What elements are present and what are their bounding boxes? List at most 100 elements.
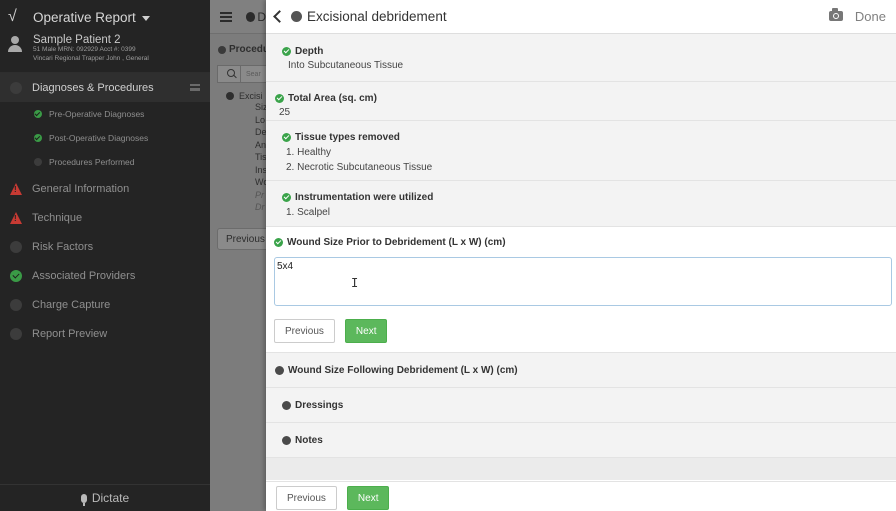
sidebar-item-report-preview[interactable]: Report Preview — [0, 319, 210, 348]
previous-button[interactable]: Previous — [217, 227, 266, 250]
avatar-icon — [8, 36, 23, 52]
field-label: Tis — [255, 152, 266, 162]
status-pending-icon — [282, 401, 291, 410]
camera-icon[interactable] — [829, 8, 843, 21]
field-label: Siz — [255, 102, 266, 112]
field-row-depth[interactable]: Depth Into Subcutaneous Tissue — [266, 34, 896, 82]
status-pending-icon — [226, 92, 234, 100]
field-row-notes[interactable]: Notes — [266, 423, 896, 458]
status-pending-icon — [245, 11, 256, 22]
footer-previous-button[interactable]: Previous — [276, 486, 337, 510]
status-complete-icon — [10, 269, 22, 282]
procedure-label: Excisi — [239, 91, 263, 101]
status-complete-icon — [34, 134, 42, 142]
back-chevron-icon[interactable] — [273, 10, 286, 23]
procedures-panel-header: D — [210, 0, 266, 34]
detail-header: Excisional debridement Done — [266, 0, 896, 34]
status-pending-icon — [10, 240, 22, 253]
sidebar-item-label: Associated Providers — [32, 269, 136, 282]
sidebar-item-label: Diagnoses & Procedures — [32, 81, 154, 94]
status-complete-icon — [282, 47, 291, 56]
sidebar-item-technique[interactable]: Technique — [0, 203, 210, 232]
status-pending-icon — [275, 366, 284, 375]
field-label: Depth — [295, 46, 324, 57]
field-row-dressings[interactable]: Dressings — [266, 388, 896, 423]
status-pending-icon — [291, 11, 302, 22]
warning-icon — [10, 182, 22, 195]
next-button[interactable]: Next — [344, 319, 388, 343]
field-label: De — [255, 127, 266, 137]
status-complete-icon — [282, 133, 291, 142]
status-pending-icon — [218, 45, 226, 54]
dictate-button[interactable]: Dictate — [0, 484, 210, 511]
microphone-icon — [80, 493, 87, 506]
procedures-panel-dimmed: D Procedu Sear Excisi Siz Lo De An Tis I… — [210, 0, 266, 511]
app-logo-icon: √ — [8, 8, 17, 25]
patient-info[interactable]: Sample Patient 2 51 Male MRN: 092929 Acc… — [0, 34, 210, 72]
field-label: Ins — [255, 164, 266, 175]
list-item: 2. Necrotic Subcutaneous Tissue — [286, 161, 433, 173]
field-row-tissue-types[interactable]: Tissue types removed 1. Healthy 2. Necro… — [266, 121, 896, 181]
field-label: Dr — [255, 202, 265, 212]
list-item: 1. Healthy — [286, 147, 332, 158]
footer-nav: Previous Next — [266, 481, 896, 511]
status-complete-icon — [34, 110, 42, 118]
sidebar-nav: Diagnoses & Procedures Pre-Operative Dia… — [0, 72, 210, 348]
app-title[interactable]: Operative Report — [33, 10, 136, 25]
field-value: Into Subcutaneous Tissue — [288, 60, 404, 71]
field-row-wound-size-following[interactable]: Wound Size Following Debridement (L x W)… — [266, 353, 896, 388]
field-label: An — [255, 139, 266, 150]
field-label: Instrumentation were utilized — [295, 192, 434, 203]
list-item: 1. Scalpel — [286, 207, 330, 218]
field-row-instrumentation[interactable]: Instrumentation were utilized 1. Scalpel — [266, 181, 896, 227]
sidebar-item-post-operative-diagnoses[interactable]: Post-Operative Diagnoses — [0, 126, 210, 150]
wound-size-prior-input[interactable]: 5x4 — [274, 257, 892, 306]
sidebar-item-pre-operative-diagnoses[interactable]: Pre-Operative Diagnoses — [0, 102, 210, 126]
sidebar: √ Operative Report Sample Patient 2 51 M… — [0, 0, 210, 511]
status-pending-icon — [34, 158, 42, 166]
field-label: Dressings — [295, 400, 344, 411]
sidebar-item-label: Procedures Performed — [49, 157, 135, 167]
spacer — [266, 458, 896, 480]
patient-meta-line1: 51 Male MRN: 092929 Acct #: 0399 — [33, 46, 136, 53]
status-complete-icon — [275, 94, 284, 103]
field-label: Notes — [295, 435, 323, 446]
procedures-section-header: Procedu — [210, 34, 266, 55]
sidebar-item-associated-providers[interactable]: Associated Providers — [0, 261, 210, 290]
sidebar-item-label: Report Preview — [32, 327, 108, 340]
procedure-item[interactable]: Excisi — [226, 91, 266, 101]
footer-next-button[interactable]: Next — [346, 486, 390, 510]
sidebar-item-procedures-performed[interactable]: Procedures Performed — [0, 150, 210, 174]
search-placeholder: Sear — [246, 70, 261, 78]
field-label: Lo — [255, 114, 266, 125]
status-complete-icon — [274, 238, 283, 247]
status-pending-icon — [10, 298, 22, 311]
sidebar-item-diagnoses-procedures[interactable]: Diagnoses & Procedures — [0, 73, 210, 102]
sidebar-item-risk-factors[interactable]: Risk Factors — [0, 232, 210, 261]
page-title: Excisional debridement — [307, 9, 447, 24]
patient-name: Sample Patient 2 — [33, 34, 121, 46]
previous-button[interactable]: Previous — [274, 319, 335, 343]
procedure-field-list: Siz Lo De An Tis Ins Wo Pr Dr — [255, 101, 266, 214]
field-label: Total Area (sq. cm) — [288, 93, 377, 104]
panel-title-fragment: D — [257, 9, 266, 24]
procedure-search[interactable]: Sear — [217, 65, 266, 83]
sidebar-item-label: Charge Capture — [32, 298, 111, 311]
text-cursor-icon: I — [351, 276, 359, 290]
menu-icon[interactable] — [220, 11, 232, 22]
status-pending-icon — [282, 436, 291, 445]
sidebar-item-general-information[interactable]: General Information — [0, 174, 210, 203]
sidebar-header[interactable]: √ Operative Report — [0, 0, 210, 34]
field-label: Wound Size Following Debridement (L x W)… — [288, 365, 518, 376]
sidebar-item-label: Risk Factors — [32, 240, 94, 253]
list-icon[interactable] — [190, 84, 200, 91]
sidebar-item-charge-capture[interactable]: Charge Capture — [0, 290, 210, 319]
procedure-detail-panel: Excisional debridement Done Depth Into S… — [266, 0, 896, 511]
chevron-down-icon[interactable] — [141, 15, 150, 21]
sidebar-item-label: Technique — [32, 211, 83, 224]
search-icon — [223, 66, 241, 82]
field-row-total-area[interactable]: Total Area (sq. cm) 25 — [266, 82, 896, 121]
field-label: Wo — [255, 177, 266, 187]
section-label: Procedu — [229, 44, 266, 55]
done-button[interactable]: Done — [855, 9, 886, 24]
